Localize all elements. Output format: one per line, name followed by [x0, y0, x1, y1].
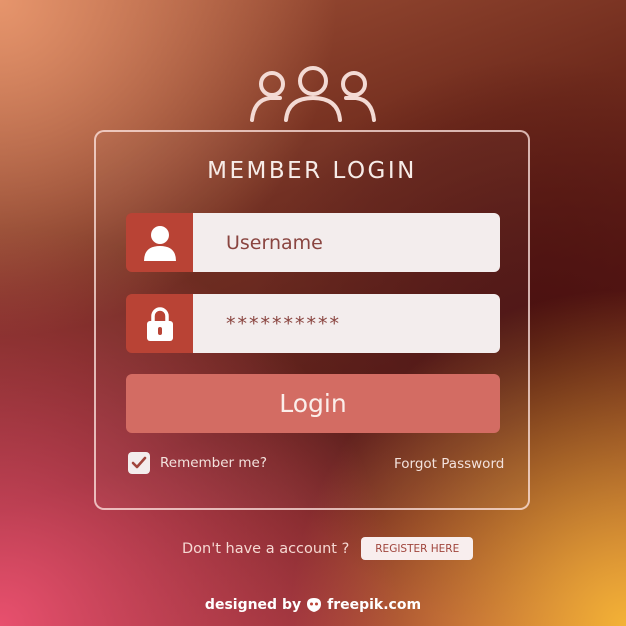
password-field[interactable]: ********** — [126, 294, 500, 353]
remember-checkbox[interactable] — [128, 452, 150, 474]
lock-icon — [126, 294, 193, 353]
signup-prompt: Don't have a account ? — [182, 540, 350, 557]
designed-by-text: designed by — [204, 597, 302, 613]
page-title: MEMBER LOGIN — [207, 158, 417, 184]
register-button[interactable]: REGISTER HERE — [361, 537, 474, 560]
user-icon — [126, 213, 193, 272]
brand-text[interactable]: freepik.com — [327, 597, 421, 613]
forgot-password-link[interactable]: Forgot Password — [394, 456, 504, 472]
users-group-icon — [250, 66, 376, 122]
password-input[interactable]: ********** — [193, 294, 500, 353]
username-input[interactable]: Username — [193, 213, 500, 272]
signup-row: Don't have a account ? REGISTER HERE — [182, 537, 474, 560]
remember-label: Remember me? — [160, 455, 268, 471]
footer-credit: designed by freepik.com — [0, 597, 626, 613]
username-field[interactable]: Username — [126, 213, 500, 272]
freepik-logo-icon — [307, 598, 322, 612]
remember-me[interactable]: Remember me? — [128, 452, 267, 474]
checkmark-icon — [131, 456, 147, 469]
login-button[interactable]: Login — [126, 374, 500, 433]
